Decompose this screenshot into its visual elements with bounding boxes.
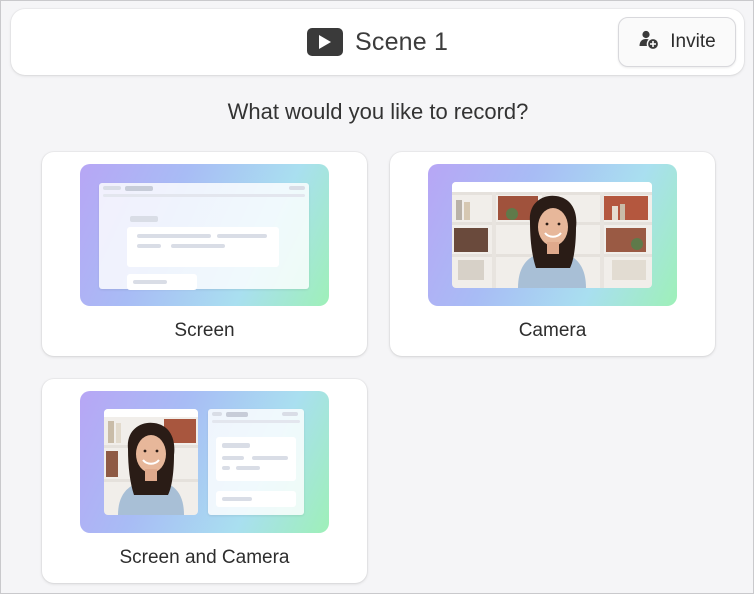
- add-user-icon: [638, 29, 660, 56]
- invite-label: Invite: [670, 31, 716, 52]
- scene-title: Scene 1: [355, 27, 449, 56]
- option-screen-and-camera[interactable]: Screen and Camera: [42, 379, 367, 583]
- scene-title-group: Scene 1: [307, 26, 448, 58]
- webcam-photo: [452, 182, 652, 288]
- play-icon: [307, 28, 343, 56]
- option-camera-label: Camera: [518, 320, 587, 341]
- mock-window: [99, 183, 309, 290]
- option-screen-and-camera-label: Screen and Camera: [119, 547, 290, 568]
- option-camera[interactable]: Camera: [390, 152, 715, 356]
- camera-preview: [428, 164, 677, 306]
- invite-button[interactable]: Invite: [618, 17, 736, 67]
- record-prompt: What would you like to record?: [227, 99, 529, 124]
- top-bar: Scene 1 Invite: [11, 9, 744, 75]
- screen-and-camera-preview: [80, 391, 329, 533]
- screen-preview: [80, 164, 329, 306]
- option-screen[interactable]: Screen: [42, 152, 367, 356]
- option-screen-label: Screen: [174, 320, 235, 341]
- webcam-photo: [104, 409, 198, 515]
- mock-window: [208, 409, 304, 515]
